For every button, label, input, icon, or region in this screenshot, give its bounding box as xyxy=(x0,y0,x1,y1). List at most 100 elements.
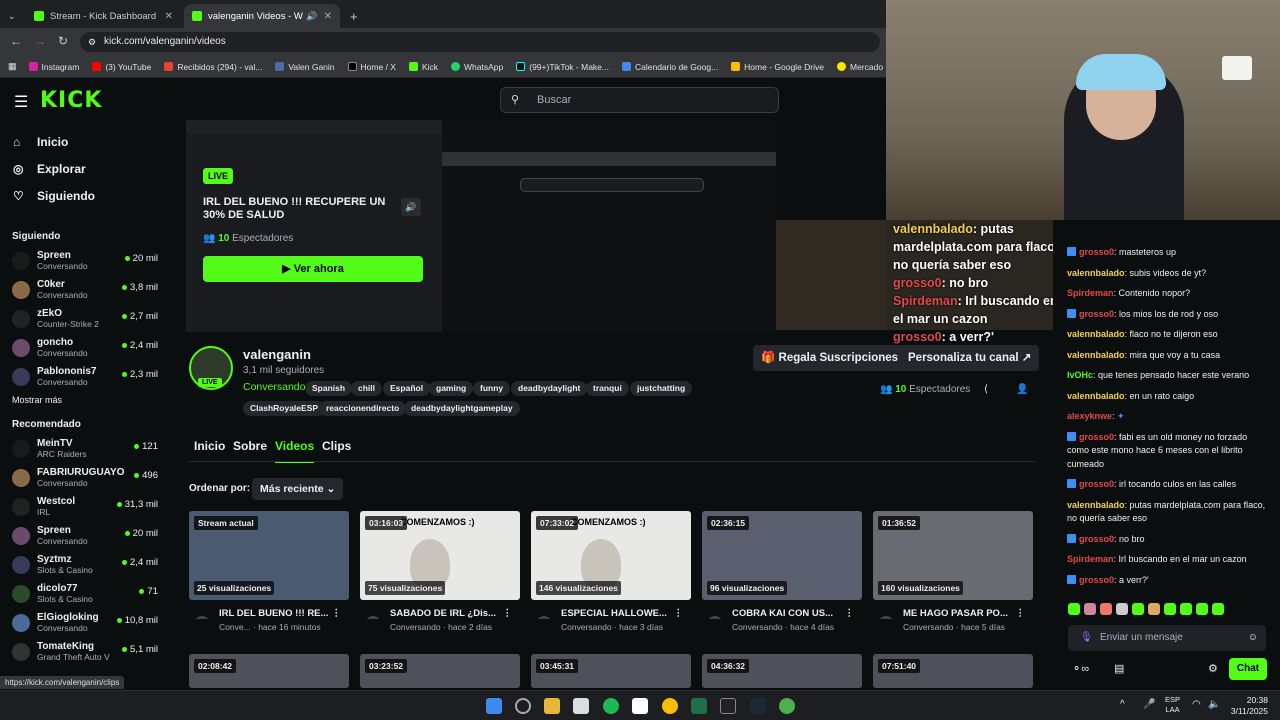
mic-tray-icon[interactable]: 🎤 xyxy=(1143,699,1155,710)
chat-username[interactable]: valennbalado xyxy=(1067,350,1125,360)
channel-tag[interactable]: gaming xyxy=(429,381,474,396)
tab-videos[interactable]: Videos xyxy=(275,439,315,463)
menu-icon[interactable]: ☰ xyxy=(14,92,28,112)
tab-sobre[interactable]: Sobre xyxy=(233,439,267,453)
points-icon[interactable]: ⚬∞ xyxy=(1072,662,1089,675)
excel-icon[interactable] xyxy=(691,698,707,714)
close-tab-icon[interactable]: ✕ xyxy=(324,11,332,22)
more-options-icon[interactable]: ⋮ xyxy=(1016,608,1026,619)
chat-username[interactable]: grosso0 xyxy=(1079,534,1114,544)
gear-icon[interactable]: ⚙ xyxy=(1208,662,1218,675)
emote-icon[interactable] xyxy=(1196,603,1208,615)
video-thumbnail[interactable]: 07:51:40 xyxy=(873,654,1033,688)
emote-icon[interactable] xyxy=(1116,603,1128,615)
video-card[interactable]: 01:36:52 160 visualizaciones ME HAGO PAS… xyxy=(873,511,1033,632)
follow-user-icon[interactable]: 👤 xyxy=(1016,384,1028,395)
gift-subs-button[interactable]: 🎁 Regala Suscripciones xyxy=(753,345,907,371)
video-thumbnail[interactable]: 03:45:31 xyxy=(531,654,691,688)
chat-username[interactable]: grosso0 xyxy=(1079,309,1114,319)
url-field[interactable]: ⚙ kick.com/valenganin/videos xyxy=(80,32,880,52)
recommended-channel[interactable]: MeinTV ARC Raiders 121 xyxy=(0,434,170,463)
forward-arrow-icon[interactable]: → xyxy=(34,34,46,48)
chat-username[interactable]: grosso0 xyxy=(1079,432,1114,442)
sort-dropdown[interactable]: Más reciente ⌄ xyxy=(252,478,344,500)
clock[interactable]: 20:38 3/11/2025 xyxy=(1231,695,1268,717)
following-channel[interactable]: goncho Conversando 2,4 mil xyxy=(0,333,170,362)
watch-now-button[interactable]: ▶ Ver ahora xyxy=(203,256,423,282)
chat-username[interactable]: lvOHc xyxy=(1067,370,1093,380)
more-options-icon[interactable]: ⋮ xyxy=(845,608,855,619)
bookmark-calendar[interactable]: Calendario de Goog... xyxy=(621,62,718,72)
emote-icon[interactable] xyxy=(1212,603,1224,615)
emote-icon[interactable] xyxy=(1132,603,1144,615)
chat-username[interactable]: valennbalado xyxy=(1067,268,1125,278)
microphone-icon[interactable]: 🎙 xyxy=(1080,625,1093,651)
following-channel[interactable]: zEkO Counter-Strike 2 2,7 mil xyxy=(0,304,170,333)
channel-tag[interactable]: ClashRoyaleESP xyxy=(243,401,326,416)
widgets-icon[interactable] xyxy=(515,698,531,714)
tab-search-button[interactable]: ⌄ xyxy=(0,4,22,28)
wifi-icon[interactable]: ◠ xyxy=(1192,699,1201,710)
following-channel[interactable]: Spreen Conversando 20 mil xyxy=(0,246,170,275)
video-card[interactable]: COMENZAMOS :) 07:33:02 146 visualizacion… xyxy=(531,511,691,632)
tray-chevron-icon[interactable]: ^ xyxy=(1120,699,1125,710)
channel-tag[interactable]: funny xyxy=(473,381,511,396)
channel-tag[interactable]: deadbydaylightgameplay xyxy=(404,401,520,416)
recommended-channel[interactable]: dicolo77 Slots & Casino 71 xyxy=(0,579,170,608)
bookmark-instagram[interactable]: Instagram xyxy=(28,62,79,72)
chat-message-input[interactable]: 🎙 Enviar un mensaje ☺ xyxy=(1068,625,1266,651)
browser-tab-dashboard[interactable]: Stream - Kick Dashboard ✕ xyxy=(26,4,181,28)
channel-tag[interactable]: reaccionendirecto xyxy=(319,401,407,416)
video-thumbnail[interactable]: 03:23:52 xyxy=(360,654,520,688)
show-more-link[interactable]: Mostrar más xyxy=(0,395,170,405)
sidebar-nav-siguiendo[interactable]: ♡ Siguiendo xyxy=(0,182,170,209)
channel-category[interactable]: Conversando xyxy=(243,381,305,393)
start-icon[interactable] xyxy=(486,698,502,714)
tab-inicio[interactable]: Inicio xyxy=(194,439,225,453)
emote-icon[interactable] xyxy=(1068,603,1080,615)
emote-icon[interactable] xyxy=(1100,603,1112,615)
emoji-icon[interactable]: ☺ xyxy=(1248,625,1258,651)
channel-tag[interactable]: deadbydaylight xyxy=(511,381,588,396)
epic-games-icon[interactable] xyxy=(720,698,736,714)
sidebar-nav-inicio[interactable]: ⌂ Inicio xyxy=(0,128,170,155)
channel-tag[interactable]: Español xyxy=(383,381,431,396)
bookmark-mercadolibre[interactable]: Mercado Libre Arg xyxy=(837,62,886,72)
bookmark-tiktok[interactable]: (99+)TikTok - Make... xyxy=(516,62,609,72)
video-card[interactable]: 02:36:15 96 visualizaciones COBRA KAI CO… xyxy=(702,511,862,632)
video-thumbnail[interactable]: 04:36:32 xyxy=(702,654,862,688)
video-thumbnail[interactable]: 01:36:52 160 visualizaciones xyxy=(873,511,1033,600)
channel-tag[interactable]: tranqui xyxy=(586,381,629,396)
tab-clips[interactable]: Clips xyxy=(322,439,351,453)
bookmark-gmail[interactable]: Recibidos (294) - val... xyxy=(164,62,262,72)
video-thumbnail[interactable]: 02:08:42 xyxy=(189,654,349,688)
stream-preview[interactable]: LIVE IRL DEL BUENO !!! RECUPERE UN 30% D… xyxy=(186,120,776,332)
recommended-channel[interactable]: Westcol IRL 31,3 mil xyxy=(0,492,170,521)
close-tab-icon[interactable]: ✕ xyxy=(165,11,173,22)
sidebar-nav-explorar[interactable]: ◎ Explorar xyxy=(0,155,170,182)
recommended-channel[interactable]: ElGiogloking Conversando 10,8 mil xyxy=(0,608,170,637)
store-icon[interactable]: ▤ xyxy=(1114,662,1124,675)
following-channel[interactable]: Pablononis7 Conversando 2,3 mil xyxy=(0,362,170,391)
chat-username[interactable]: grosso0 xyxy=(1079,247,1114,257)
apps-grid-icon[interactable]: ▦ xyxy=(8,61,17,72)
store-app-icon[interactable] xyxy=(573,698,589,714)
chat-username[interactable]: valennbalado xyxy=(1067,329,1125,339)
spotify-icon[interactable] xyxy=(603,698,619,714)
more-options-icon[interactable]: ⋮ xyxy=(332,608,342,619)
volume-tray-icon[interactable]: 🔈 xyxy=(1208,699,1220,710)
video-thumbnail[interactable]: 02:36:15 96 visualizaciones xyxy=(702,511,862,600)
file-explorer-icon[interactable] xyxy=(544,698,560,714)
emote-icon[interactable] xyxy=(1148,603,1160,615)
channel-tag[interactable]: chill xyxy=(351,381,383,396)
channel-tag[interactable]: Spanish xyxy=(305,381,353,396)
more-options-icon[interactable]: ⋮ xyxy=(503,608,513,619)
chat-username[interactable]: grosso0 xyxy=(1079,575,1114,585)
more-options-icon[interactable]: ⋮ xyxy=(674,608,684,619)
kick-logo[interactable]: KICK xyxy=(40,88,102,113)
chat-send-button[interactable]: Chat xyxy=(1229,658,1267,680)
recommended-channel[interactable]: Syztmz Slots & Casino 2,4 mil xyxy=(0,550,170,579)
chat-username[interactable]: alexyknwe xyxy=(1067,411,1112,421)
video-card[interactable]: Stream actual 25 visualizaciones IRL DEL… xyxy=(189,511,349,632)
bookmark-whatsapp[interactable]: WhatsApp xyxy=(451,62,503,72)
